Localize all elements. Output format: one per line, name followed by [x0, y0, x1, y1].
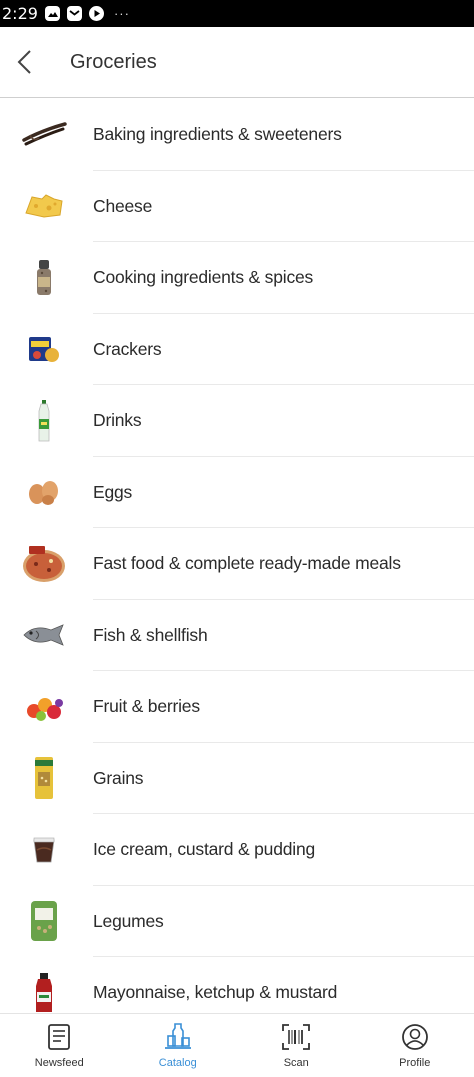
chevron-left-icon — [17, 50, 31, 74]
category-item-crackers[interactable]: Crackers — [0, 314, 474, 386]
category-item-fast-food[interactable]: Fast food & complete ready-made meals — [0, 528, 474, 600]
category-item-eggs[interactable]: Eggs — [0, 457, 474, 529]
status-time: 2:29 — [2, 4, 38, 23]
category-label: Ice cream, custard & pudding — [93, 839, 316, 860]
cheese-icon — [20, 182, 68, 230]
grains-bag-icon — [20, 754, 68, 802]
category-item-fruit[interactable]: Fruit & berries — [0, 671, 474, 743]
play-notification-icon — [88, 6, 104, 21]
category-list: Baking ingredients & sweeteners Cheese C… — [0, 99, 474, 1013]
page-title: Groceries — [70, 50, 157, 73]
bottom-nav: Newsfeed Catalog Scan Profile — [0, 1013, 474, 1077]
status-bar: 2:29 ··· — [0, 0, 474, 27]
category-item-baking[interactable]: Baking ingredients & sweeteners — [0, 99, 474, 171]
category-item-cooking[interactable]: Cooking ingredients & spices — [0, 242, 474, 314]
crackers-icon — [20, 325, 68, 373]
category-item-ice-cream[interactable]: Ice cream, custard & pudding — [0, 814, 474, 886]
category-label: Cooking ingredients & spices — [93, 267, 314, 288]
category-item-drinks[interactable]: Drinks — [0, 385, 474, 457]
category-label: Legumes — [93, 910, 164, 931]
nav-label: Newsfeed — [34, 1057, 84, 1069]
nav-profile[interactable]: Profile — [356, 1014, 474, 1077]
category-item-legumes[interactable]: Legumes — [0, 886, 474, 958]
spice-grinder-icon — [20, 254, 68, 302]
fish-icon — [20, 611, 68, 659]
nav-scan[interactable]: Scan — [237, 1014, 356, 1077]
catalog-bottles-icon — [163, 1022, 193, 1052]
back-button[interactable] — [0, 32, 50, 92]
more-notifications-dots: ··· — [113, 6, 130, 21]
eggs-icon — [20, 468, 68, 516]
category-label: Crackers — [93, 338, 162, 359]
category-label: Mayonnaise, ketchup & mustard — [93, 982, 338, 1003]
category-item-grains[interactable]: Grains — [0, 743, 474, 815]
nav-label: Catalog — [158, 1057, 197, 1069]
category-item-cheese[interactable]: Cheese — [0, 171, 474, 243]
nav-newsfeed[interactable]: Newsfeed — [0, 1014, 119, 1077]
ketchup-bottle-icon — [20, 969, 68, 1013]
category-label: Baking ingredients & sweeteners — [93, 124, 342, 145]
image-notification-icon — [44, 6, 60, 21]
category-label: Cheese — [93, 195, 153, 216]
fruit-icon — [20, 683, 68, 731]
category-item-condiments[interactable]: Mayonnaise, ketchup & mustard — [0, 957, 474, 1013]
vanilla-pods-icon — [20, 111, 68, 159]
app-header: Groceries — [0, 27, 474, 98]
category-label: Fish & shellfish — [93, 624, 208, 645]
nav-label: Scan — [283, 1057, 309, 1069]
category-label: Eggs — [93, 481, 133, 502]
profile-icon — [400, 1022, 430, 1052]
nav-catalog[interactable]: Catalog — [119, 1014, 238, 1077]
category-label: Drinks — [93, 410, 142, 431]
pudding-cup-icon — [20, 826, 68, 874]
category-item-fish[interactable]: Fish & shellfish — [0, 600, 474, 672]
barcode-scan-icon — [281, 1022, 311, 1052]
mail-notification-icon — [66, 6, 82, 21]
bottle-icon — [20, 397, 68, 445]
pizza-icon — [20, 540, 68, 588]
legumes-bag-icon — [20, 897, 68, 945]
category-label: Fast food & complete ready-made meals — [93, 553, 401, 574]
nav-label: Profile — [399, 1057, 431, 1069]
newspaper-icon — [44, 1022, 74, 1052]
category-label: Grains — [93, 767, 144, 788]
category-label: Fruit & berries — [93, 696, 200, 717]
